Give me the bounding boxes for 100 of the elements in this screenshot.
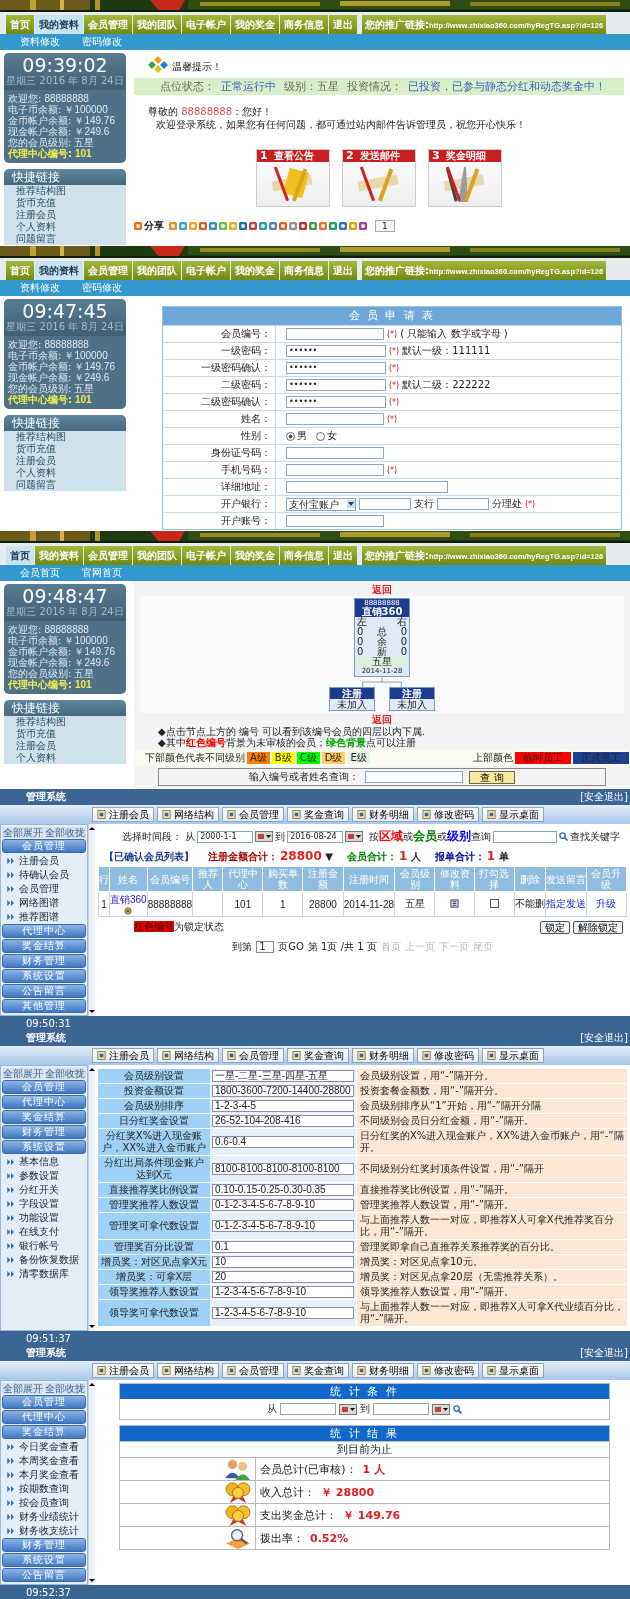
nav-tab[interactable]: 我的资料 (35, 261, 83, 280)
input-field[interactable]: 0.6-0.4 (212, 1136, 354, 1148)
menu-item[interactable]: 网络图谱 (2, 896, 86, 909)
share-icon[interactable] (179, 222, 187, 230)
share-icon[interactable] (239, 222, 247, 230)
quick-link[interactable]: 货币充值 (4, 728, 126, 740)
input-field[interactable] (286, 447, 384, 459)
share-icon[interactable] (134, 222, 142, 230)
quick-link[interactable]: 货币充值 (4, 197, 126, 209)
logout-link[interactable]: [安全退出] (580, 1031, 628, 1045)
menu-item[interactable]: 注册会员 (2, 854, 86, 867)
toolbar-button[interactable]: 财务明细 (352, 1363, 414, 1378)
toolbar-button[interactable]: 网络结构 (157, 1048, 219, 1063)
toggle-button[interactable]: 全部展开 (2, 1383, 44, 1394)
share-icon[interactable] (259, 222, 267, 230)
input-field[interactable]: 0.10-0.15-0.25-0.30-0.35 (212, 1184, 354, 1196)
quick-link[interactable]: 问题留言 (4, 479, 126, 491)
toolbar-button[interactable]: 会员管理 (222, 807, 284, 822)
nav-tab[interactable]: 我的资料 (35, 15, 83, 34)
toolbar-button[interactable]: 网络结构 (157, 807, 219, 822)
share-icon[interactable] (289, 222, 297, 230)
toolbar-button[interactable]: 显示桌面 (482, 1363, 544, 1378)
quick-link[interactable]: 个人资料 (4, 221, 126, 233)
page-field[interactable]: 1 (256, 941, 275, 953)
menu-item[interactable]: 银行帐号 (2, 1239, 86, 1252)
quick-link[interactable]: 问题留言 (4, 233, 126, 245)
input-field[interactable]: 1-2-3-4-5-6-7-8-9-10 (212, 1307, 354, 1319)
search-field[interactable] (493, 830, 558, 843)
share-icon[interactable] (319, 222, 327, 230)
menu-item[interactable]: 基本信息 (2, 1155, 86, 1168)
toolbar-button[interactable]: 注册会员 (92, 807, 154, 822)
share-icon[interactable] (269, 222, 277, 230)
shortcut-card[interactable]: 2 发送邮件 (342, 149, 416, 207)
input-field[interactable]: 10 (212, 1256, 354, 1268)
date-field[interactable]: 2016-08-24 (287, 830, 344, 843)
share-icon[interactable] (169, 222, 177, 230)
go-link[interactable]: 页GO (278, 940, 304, 954)
menu-item[interactable]: 在线支付 (2, 1225, 86, 1238)
caret-icon[interactable] (347, 500, 355, 508)
quick-link[interactable]: 个人资料 (4, 752, 126, 764)
menu-item[interactable]: 按期数查询 (2, 1482, 86, 1495)
quick-link[interactable]: 个人资料 (4, 467, 126, 479)
menu-item[interactable]: 本月奖金查看 (2, 1468, 86, 1481)
quick-link[interactable]: 推荐结构图 (4, 716, 126, 728)
toolbar-button[interactable]: 奖金查询 (287, 807, 349, 822)
lock-button[interactable]: 锁定 (540, 920, 570, 934)
search-button[interactable]: 查 询 (469, 770, 515, 784)
share-icon[interactable] (279, 222, 287, 230)
share-icon[interactable] (309, 222, 317, 230)
nav-tab[interactable]: 首页 (6, 546, 34, 565)
toolbar-button[interactable]: 奖金查询 (287, 1048, 349, 1063)
scrollbar[interactable] (88, 1380, 95, 1585)
toolbar-button[interactable]: 财务明细 (352, 1048, 414, 1063)
empty-node[interactable]: 注册 未加入 (329, 687, 375, 711)
calendar-button[interactable] (339, 1403, 357, 1415)
date-field[interactable]: 2000-1-1 (197, 830, 254, 843)
scrollbar[interactable] (88, 824, 95, 1016)
quick-link[interactable]: 推荐结构图 (4, 185, 126, 197)
toolbar-button[interactable]: 会员管理 (222, 1048, 284, 1063)
input-field[interactable] (286, 515, 384, 527)
input-field[interactable]: 1-2-3-4-5 (212, 1100, 354, 1112)
toolbar-button[interactable]: 注册会员 (92, 1363, 154, 1378)
toolbar-button[interactable]: 会员管理 (222, 1363, 284, 1378)
input-field[interactable]: 一星-二星-三星-四星-五星 (212, 1070, 354, 1082)
calendar-button[interactable] (432, 1403, 450, 1415)
toolbar-button[interactable]: 奖金查询 (287, 1363, 349, 1378)
input-field[interactable]: 0-1-2-3-4-5-6-7-8-9-10 (212, 1199, 354, 1211)
logout-link[interactable]: [安全退出] (580, 790, 628, 804)
input-field[interactable] (286, 413, 384, 425)
menu-item[interactable]: 功能设置 (2, 1211, 86, 1224)
share-icon[interactable] (199, 222, 207, 230)
input-field[interactable]: 20 (212, 1271, 354, 1283)
lock-button[interactable]: 解除锁定 (573, 920, 623, 934)
checkbox[interactable] (489, 898, 499, 908)
quick-link[interactable]: 注册会员 (4, 455, 126, 467)
input-field[interactable]: 1800-3600-7200-14400-28800 (212, 1085, 354, 1097)
calendar-button[interactable] (345, 831, 364, 842)
password-field[interactable]: •••••• (286, 362, 386, 374)
date-field[interactable] (280, 1403, 336, 1415)
input-field[interactable]: 8100-8100-8100-8100-8100 (212, 1163, 354, 1175)
input-field[interactable]: 0-1-2-3-4-5-6-7-8-9-10 (212, 1220, 354, 1232)
search-icon[interactable] (453, 1404, 462, 1414)
toolbar-button[interactable]: 修改密码 (417, 1363, 479, 1378)
share-icon[interactable] (249, 222, 257, 230)
quick-link[interactable]: 注册会员 (4, 740, 126, 752)
share-icon[interactable] (329, 222, 337, 230)
empty-node[interactable]: 注册 未加入 (389, 687, 435, 711)
password-field[interactable]: •••••• (286, 396, 386, 408)
shortcut-card[interactable]: 3 奖金明细 (428, 149, 502, 207)
toolbar-button[interactable]: 财务明细 (352, 807, 414, 822)
menu-item[interactable]: 财务业绩统计 (2, 1510, 86, 1523)
radio-option[interactable]: 男 (286, 429, 307, 443)
menu-item[interactable]: 备份恢复数据 (2, 1253, 86, 1266)
logout-link[interactable]: [安全退出] (580, 1346, 628, 1360)
toggle-button[interactable]: 全部展开 (2, 827, 44, 838)
toolbar-button[interactable]: 修改密码 (417, 807, 479, 822)
date-field[interactable] (373, 1403, 429, 1415)
menu-item[interactable]: 待确认会员 (2, 868, 86, 881)
quick-link[interactable]: 注册会员 (4, 209, 126, 221)
search-icon[interactable] (559, 832, 569, 841)
